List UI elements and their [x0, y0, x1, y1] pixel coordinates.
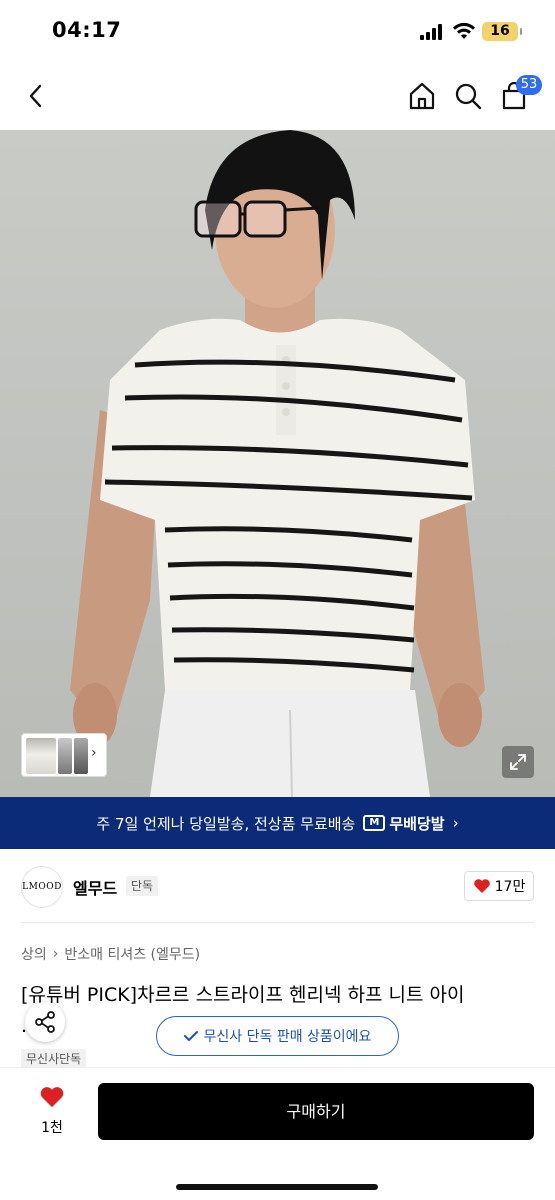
- search-button[interactable]: [448, 76, 488, 116]
- brand-exclusive-tag: 단독: [126, 876, 159, 896]
- exclusive-badge: 무신사단독: [21, 1049, 87, 1069]
- promo-logo: M 무배당발: [363, 813, 445, 834]
- delivery-truck-icon: M: [363, 815, 386, 831]
- promo-text: 주 7일 언제나 당일발송, 전상품 무료배송: [96, 814, 356, 833]
- expand-icon: [510, 754, 526, 770]
- exclusive-sale-pill: 무신사 단독 판매 상품이에요: [156, 1016, 399, 1056]
- bottom-action-bar: 1천 구매하기: [0, 1067, 555, 1200]
- status-bar: 04:17 16: [0, 0, 555, 62]
- cart-count-badge: 53: [516, 75, 542, 95]
- chevron-right-icon: ›: [91, 745, 97, 761]
- breadcrumb-separator: ›: [52, 946, 59, 962]
- status-time: 04:17: [52, 18, 122, 42]
- product-image-gallery[interactable]: ›: [0, 130, 555, 797]
- top-nav-bar: 53: [0, 62, 555, 130]
- back-button[interactable]: [16, 76, 56, 116]
- wifi-icon: [453, 22, 475, 39]
- thumbnail-2[interactable]: [58, 738, 72, 774]
- brand-row: LMOOD 엘무드 단독 17만: [0, 849, 555, 923]
- brand-like-button[interactable]: 17만: [464, 871, 534, 901]
- share-icon: [35, 1011, 55, 1033]
- home-indicator: [176, 1184, 378, 1190]
- home-button[interactable]: [402, 76, 442, 116]
- check-icon: [183, 1031, 198, 1041]
- expand-button[interactable]: [502, 746, 534, 778]
- home-icon: [409, 82, 435, 110]
- delivery-promo-banner[interactable]: 주 7일 언제나 당일발송, 전상품 무료배송 M 무배당발 ›: [0, 797, 555, 849]
- brand-logo[interactable]: LMOOD: [21, 866, 63, 908]
- brand-like-count: 17만: [494, 879, 526, 895]
- breadcrumb-category[interactable]: 상의: [21, 944, 47, 964]
- wishlist-count: 1천: [41, 1120, 63, 1136]
- battery-icon: 16: [482, 22, 522, 41]
- thumbnail-strip[interactable]: ›: [21, 733, 107, 777]
- signal-icon: [420, 24, 446, 40]
- promo-arrow-icon: ›: [452, 814, 459, 832]
- share-button[interactable]: [25, 1002, 65, 1042]
- product-title: [유튜버 PICK]차르르 스트라이프 헨리넥 하프 니트 아이: [21, 984, 465, 1006]
- divider: [21, 922, 534, 923]
- brand-name[interactable]: 엘무드: [73, 875, 117, 899]
- promo-logo-text: 무배당발: [389, 814, 445, 833]
- wishlist-button[interactable]: 1천: [28, 1085, 76, 1137]
- cart-button[interactable]: 53: [494, 75, 542, 116]
- heart-icon: [40, 1087, 64, 1108]
- product-photo: [70, 130, 485, 797]
- thumbnail-3[interactable]: [74, 738, 88, 774]
- chevron-left-icon: [29, 84, 42, 108]
- thumbnail-1[interactable]: [26, 738, 56, 774]
- exclusive-sale-text: 무신사 단독 판매 상품이에요: [203, 1029, 372, 1045]
- breadcrumb: 상의 › 반소매 티셔츠 (엘무드): [21, 944, 200, 964]
- heart-icon: [473, 879, 490, 893]
- buy-button[interactable]: 구매하기: [98, 1083, 534, 1140]
- search-icon: [455, 83, 482, 110]
- breadcrumb-subcategory[interactable]: 반소매 티셔츠 (엘무드): [64, 944, 200, 964]
